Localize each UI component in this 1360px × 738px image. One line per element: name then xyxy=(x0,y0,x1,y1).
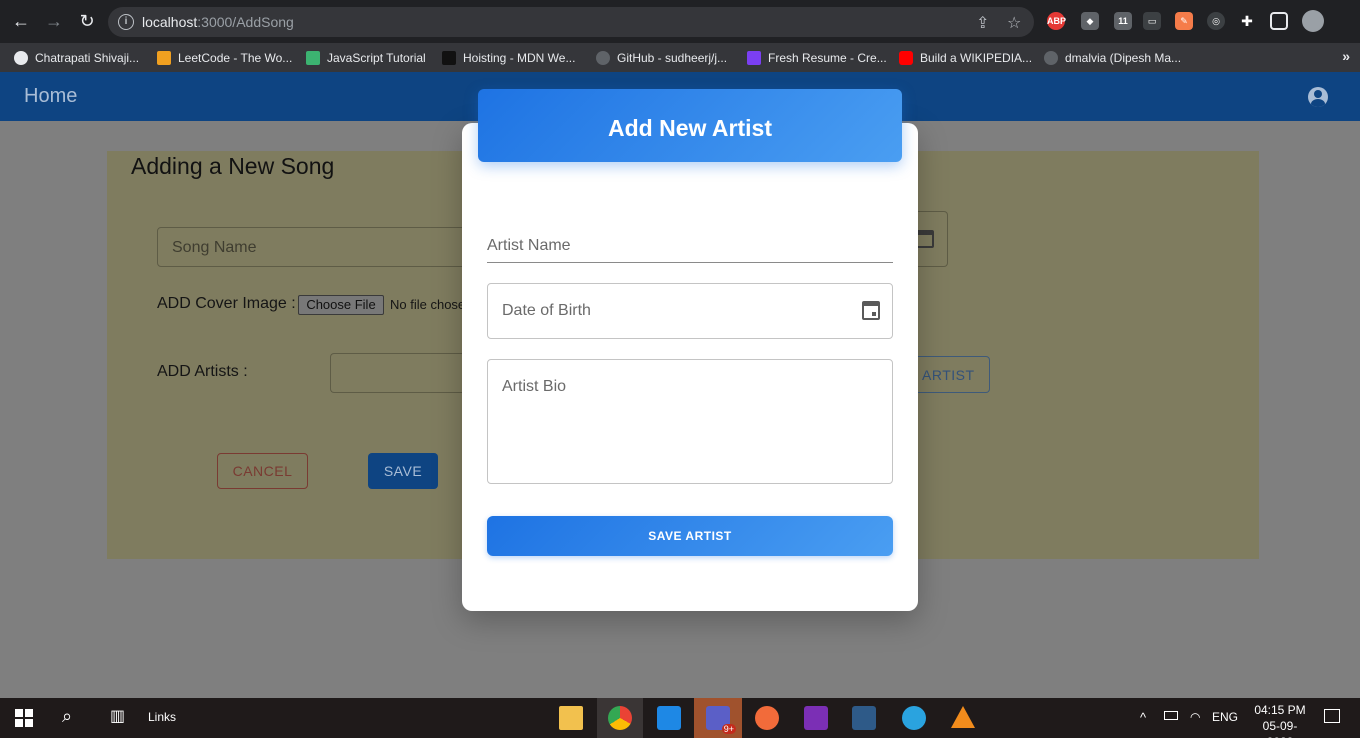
reload-icon[interactable]: ↻ xyxy=(76,10,98,32)
page-title: Adding a New Song xyxy=(131,153,335,179)
youtube-icon xyxy=(899,51,913,65)
task-view-icon[interactable]: ▥ xyxy=(110,706,134,730)
mysql-workbench-icon[interactable] xyxy=(852,706,876,730)
bookmark-item[interactable]: Build a WIKIPEDIA... xyxy=(899,48,1032,68)
github-icon xyxy=(596,51,610,65)
back-arrow-icon[interactable]: ← xyxy=(10,10,32,32)
github-icon xyxy=(1044,51,1058,65)
url-text[interactable]: localhost:3000/AddSong xyxy=(142,14,294,30)
save-artist-button[interactable]: SAVE ARTIST xyxy=(487,516,893,556)
bookmark-label: Fresh Resume - Cre... xyxy=(768,51,887,65)
telegram-icon[interactable] xyxy=(902,706,926,730)
vscode-icon[interactable] xyxy=(657,706,681,730)
dob-placeholder: Date of Birth xyxy=(502,302,591,319)
modal-header: Add New Artist xyxy=(478,89,902,162)
onenote-icon[interactable] xyxy=(804,706,828,730)
resume-icon xyxy=(747,51,761,65)
browser-toolbar: ← → ↻ i localhost:3000/AddSong ⇪ ☆ ABP ◆… xyxy=(0,0,1360,43)
artists-label: ADD Artists : xyxy=(157,363,248,380)
file-status-text: No file chose xyxy=(390,297,466,312)
teams-icon[interactable]: 9+ xyxy=(706,706,736,734)
bio-placeholder: Artist Bio xyxy=(502,378,567,395)
bookmark-label: JavaScript Tutorial xyxy=(327,51,426,65)
globe-icon xyxy=(14,51,28,65)
artist-bio-textarea[interactable]: Artist Bio xyxy=(487,359,893,484)
cancel-button[interactable]: CANCEL xyxy=(217,453,308,489)
bookmarks-overflow-icon[interactable]: » xyxy=(1342,48,1350,64)
postman-icon[interactable] xyxy=(755,706,779,730)
target-extension-icon[interactable]: ◎ xyxy=(1207,12,1225,30)
add-artist-label: ARTIST xyxy=(922,367,975,383)
clock-time: 04:15 PM xyxy=(1254,703,1306,717)
puzzle-extensions-icon[interactable]: ✚ xyxy=(1238,12,1256,30)
language-indicator[interactable]: ENG xyxy=(1212,710,1238,724)
adblock-extension-icon[interactable]: ABP xyxy=(1047,12,1066,30)
address-bar[interactable]: i localhost:3000/AddSong ⇪ ☆ xyxy=(108,7,1034,37)
song-name-placeholder: Song Name xyxy=(172,239,257,256)
bookmark-item[interactable]: LeetCode - The Wo... xyxy=(157,48,292,68)
battery-icon[interactable] xyxy=(1164,711,1178,720)
side-panel-icon[interactable] xyxy=(1270,12,1288,30)
windows-taskbar: ⌕ ▥ Links 9+ ^ ◠ ENG 04:15 PM 05-09-2022 xyxy=(0,698,1360,738)
clock-date: 05-09-2022 xyxy=(1262,719,1298,738)
teams-badge: 9+ xyxy=(721,724,736,734)
bookmark-label: Hoisting - MDN We... xyxy=(463,51,576,65)
swagger-extension-icon[interactable]: ✎ xyxy=(1175,12,1193,30)
bookmark-item[interactable]: Hoisting - MDN We... xyxy=(442,48,575,68)
bookmark-item[interactable]: GitHub - sudheerj/j... xyxy=(596,48,727,68)
bookmark-label: dmalvia (Dipesh Ma... xyxy=(1065,51,1182,65)
bookmark-label: Chatrapati Shivaji... xyxy=(35,51,140,65)
bookmark-label: GitHub - sudheerj/j... xyxy=(617,51,728,65)
file-explorer-icon[interactable] xyxy=(559,706,583,730)
artists-select[interactable] xyxy=(330,353,480,393)
extension-badge: 11 xyxy=(1118,16,1128,26)
bookmark-label: LeetCode - The Wo... xyxy=(178,51,293,65)
links-toolbar[interactable]: Links xyxy=(148,710,176,724)
printer-extension-icon[interactable]: ▭ xyxy=(1143,12,1161,30)
notifications-icon[interactable] xyxy=(1324,709,1340,723)
bookmark-item[interactable]: Chatrapati Shivaji... xyxy=(14,48,139,68)
vlc-icon[interactable] xyxy=(951,706,975,728)
share-icon[interactable]: ⇪ xyxy=(976,13,989,33)
bookmark-item[interactable]: JavaScript Tutorial xyxy=(306,48,426,68)
chrome-icon[interactable] xyxy=(608,706,632,730)
wifi-icon[interactable]: ◠ xyxy=(1190,710,1200,724)
search-icon[interactable]: ⌕ xyxy=(62,706,86,730)
date-of-birth-input[interactable]: Date of Birth xyxy=(487,283,893,339)
clock[interactable]: 04:15 PM 05-09-2022 xyxy=(1250,702,1310,738)
calendar-icon[interactable] xyxy=(862,301,880,320)
artist-name-placeholder: Artist Name xyxy=(487,237,571,254)
site-info-icon[interactable]: i xyxy=(118,14,134,30)
counter-extension-icon[interactable]: 11 xyxy=(1114,12,1132,30)
calendar-icon[interactable] xyxy=(916,230,934,248)
cover-image-label: ADD Cover Image : xyxy=(157,295,296,312)
forward-arrow-icon[interactable]: → xyxy=(43,10,65,32)
song-name-input[interactable]: Song Name xyxy=(157,227,477,267)
windows-start-icon[interactable] xyxy=(15,709,33,727)
save-button[interactable]: SAVE xyxy=(368,453,438,489)
profile-avatar[interactable] xyxy=(1302,10,1324,32)
bookmark-label: Build a WIKIPEDIA... xyxy=(920,51,1033,65)
url-host: localhost xyxy=(142,14,198,30)
w3-icon xyxy=(306,51,320,65)
bookmark-star-icon[interactable]: ☆ xyxy=(1007,13,1021,33)
mdn-icon xyxy=(442,51,456,65)
bookmarks-bar: Chatrapati Shivaji... LeetCode - The Wo.… xyxy=(0,43,1360,72)
show-hidden-icons-icon[interactable]: ^ xyxy=(1140,710,1146,725)
account-circle-icon[interactable] xyxy=(1308,87,1328,107)
leetcode-icon xyxy=(157,51,171,65)
home-link[interactable]: Home xyxy=(24,85,77,108)
shield-extension-icon[interactable]: ◆ xyxy=(1081,12,1099,30)
bookmark-item[interactable]: dmalvia (Dipesh Ma... xyxy=(1044,48,1181,68)
url-path: :3000/AddSong xyxy=(197,14,294,30)
modal-title: Add New Artist xyxy=(608,115,772,141)
artist-name-input[interactable]: Artist Name xyxy=(487,230,893,263)
bookmark-item[interactable]: Fresh Resume - Cre... xyxy=(747,48,887,68)
choose-file-button[interactable]: Choose File xyxy=(298,295,384,315)
